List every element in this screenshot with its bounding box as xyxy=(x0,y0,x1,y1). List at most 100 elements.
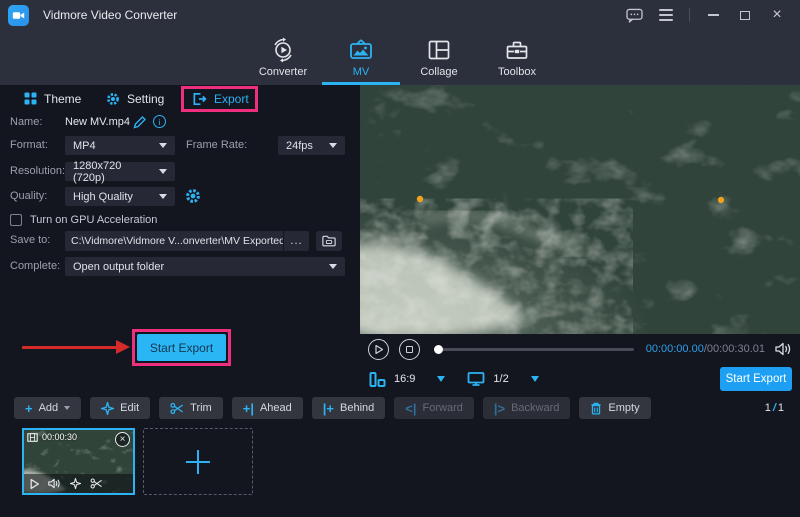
tab-converter-label: Converter xyxy=(259,66,307,78)
plus-icon: + xyxy=(25,402,33,415)
feedback-icon[interactable] xyxy=(625,6,643,24)
browse-more-button[interactable]: ... xyxy=(283,231,309,251)
behind-button[interactable]: |+ Behind xyxy=(312,397,386,419)
seek-knob[interactable] xyxy=(434,345,443,354)
page-indicator: 1/1 xyxy=(765,402,784,414)
content-area: Theme Setting Export xyxy=(0,85,800,394)
gpu-row: Turn on GPU Acceleration xyxy=(0,212,360,232)
chevron-down-icon xyxy=(159,169,167,174)
tab-mv[interactable]: MV xyxy=(322,30,400,85)
tab-collage[interactable]: Collage xyxy=(400,30,478,85)
forward-icon: <| xyxy=(405,402,416,415)
complete-dropdown[interactable]: Open output folder xyxy=(65,257,345,276)
forward-button[interactable]: <| Forward xyxy=(394,397,474,419)
clip-thumbnail[interactable]: 00:00:30 × xyxy=(22,428,135,495)
format-row: Format: MP4 Frame Rate: 24fps xyxy=(0,136,360,156)
edit-button[interactable]: Edit xyxy=(90,397,150,419)
red-arrow xyxy=(22,346,118,349)
play-button[interactable] xyxy=(368,339,389,360)
toolbox-icon xyxy=(504,37,530,63)
panel-tabs: Theme Setting Export xyxy=(0,85,360,112)
gpu-label: Turn on GPU Acceleration xyxy=(30,214,157,226)
app-title: Vidmore Video Converter xyxy=(43,8,177,22)
tab-export-label: Export xyxy=(214,92,249,106)
name-value: New MV.mp4 xyxy=(65,116,130,128)
aspect-ratio-icon xyxy=(368,370,386,388)
saveto-path: C:\Vidmore\Vidmore V...onverter\MV Expor… xyxy=(65,235,283,247)
start-export-highlight-box: Start Export xyxy=(132,329,231,366)
timeline-strip: 00:00:30 × xyxy=(0,422,800,517)
clip-duration-badge: 00:00:30 xyxy=(27,432,77,442)
chevron-down-icon xyxy=(159,143,167,148)
tab-toolbox[interactable]: Toolbox xyxy=(478,30,556,85)
main-nav: Converter MV Collage xyxy=(0,30,800,85)
trash-icon xyxy=(590,402,602,415)
open-folder-button[interactable] xyxy=(316,231,342,251)
ahead-icon: +| xyxy=(243,402,254,415)
resolution-dropdown[interactable]: 1280x720 (720p) xyxy=(65,162,175,181)
time-current: 00:00:00.00 xyxy=(646,343,704,355)
tab-converter[interactable]: Converter xyxy=(244,30,322,85)
clip-volume-icon[interactable] xyxy=(48,478,61,489)
saveto-path-box: C:\Vidmore\Vidmore V...onverter\MV Expor… xyxy=(65,231,309,251)
gpu-checkbox[interactable] xyxy=(10,214,22,226)
aspect-ratio-dropdown[interactable] xyxy=(437,376,445,382)
complete-value: Open output folder xyxy=(73,261,164,273)
complete-label: Complete: xyxy=(10,260,60,272)
behind-label: Behind xyxy=(340,402,374,414)
stop-button[interactable] xyxy=(399,339,420,360)
playback-controls: 00:00:00.00/00:00:30.01 xyxy=(360,334,800,364)
tab-theme[interactable]: Theme xyxy=(24,85,81,112)
minimize-button[interactable] xyxy=(704,6,722,24)
volume-icon[interactable] xyxy=(775,342,792,356)
clip-action-bar xyxy=(24,474,133,493)
maximize-button[interactable] xyxy=(736,6,754,24)
mv-icon xyxy=(348,37,374,63)
edit-label: Edit xyxy=(120,402,139,414)
framerate-value: 24fps xyxy=(286,140,313,152)
titlebar: Vidmore Video Converter × xyxy=(0,0,800,30)
converter-icon xyxy=(270,37,296,63)
clip-edit-icon[interactable] xyxy=(70,478,81,489)
rename-pencil-icon[interactable] xyxy=(133,115,147,129)
backward-label: Backward xyxy=(511,402,559,414)
menu-icon[interactable] xyxy=(657,6,675,24)
edit-wand-icon xyxy=(101,402,114,415)
ahead-button[interactable]: +| Ahead xyxy=(232,397,303,419)
start-export-callout: Start Export xyxy=(0,329,240,366)
trim-button[interactable]: Trim xyxy=(159,397,223,419)
tab-collage-label: Collage xyxy=(420,66,457,78)
tab-setting[interactable]: Setting xyxy=(106,85,164,112)
video-preview[interactable] xyxy=(360,85,800,334)
saveto-row: Save to: C:\Vidmore\Vidmore V...onverter… xyxy=(0,231,360,251)
chevron-down-icon xyxy=(64,406,70,410)
clip-play-icon[interactable] xyxy=(30,479,39,489)
format-label: Format: xyxy=(10,139,48,151)
time-total: /00:00:30.01 xyxy=(704,343,765,355)
time-display: 00:00:00.00/00:00:30.01 xyxy=(646,343,765,355)
seek-slider[interactable] xyxy=(434,342,634,356)
saveto-label: Save to: xyxy=(10,234,50,246)
format-dropdown[interactable]: MP4 xyxy=(65,136,175,155)
framerate-dropdown[interactable]: 24fps xyxy=(278,136,345,155)
add-button[interactable]: + Add xyxy=(14,397,81,419)
stop-icon xyxy=(406,346,413,353)
clip-trim-icon[interactable] xyxy=(90,478,103,489)
format-value: MP4 xyxy=(73,140,96,152)
close-button[interactable]: × xyxy=(768,6,786,24)
tab-export[interactable]: Export xyxy=(192,85,249,112)
info-icon[interactable]: i xyxy=(153,115,166,128)
add-clip-tile[interactable] xyxy=(143,428,253,495)
export-icon xyxy=(192,92,207,106)
start-export-button[interactable]: Start Export xyxy=(137,334,226,361)
screen-page-dropdown[interactable] xyxy=(531,376,539,382)
backward-button[interactable]: |> Backward xyxy=(483,397,571,419)
folder-icon xyxy=(322,235,336,247)
chevron-down-icon xyxy=(329,143,337,148)
quality-dropdown[interactable]: High Quality xyxy=(65,187,175,206)
empty-button[interactable]: Empty xyxy=(579,397,650,419)
red-arrow-head xyxy=(116,340,130,354)
quality-settings-gear-icon[interactable] xyxy=(185,188,201,204)
preview-start-export-button[interactable]: Start Export xyxy=(720,367,792,391)
remove-clip-icon[interactable]: × xyxy=(115,432,130,447)
